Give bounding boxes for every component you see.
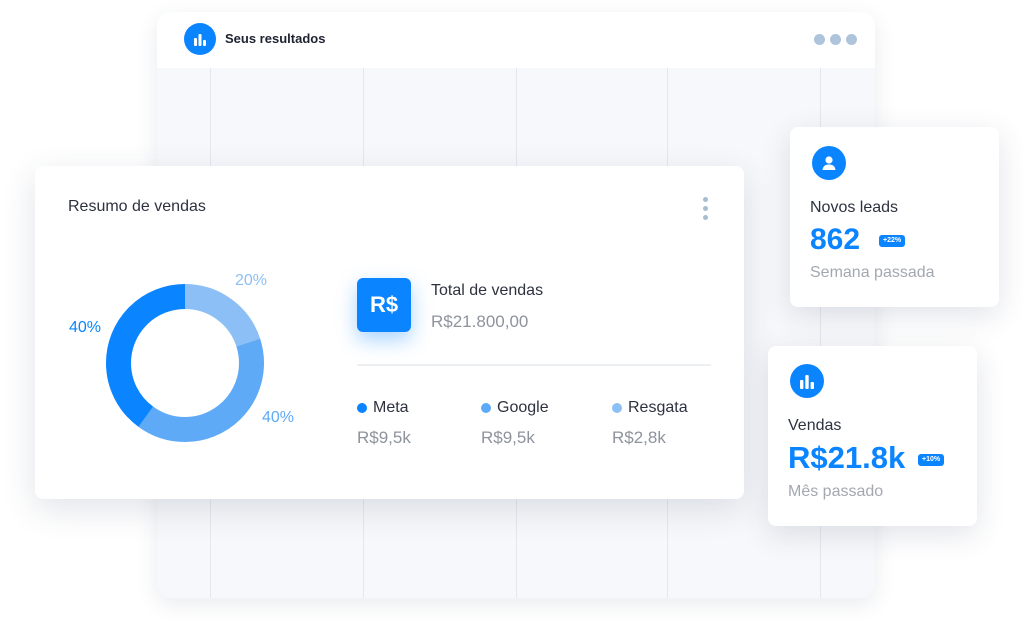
bar-chart-icon xyxy=(790,364,824,398)
legend-value: R$9,5k xyxy=(481,428,535,447)
more-options-icon[interactable] xyxy=(814,34,857,45)
legend-dot xyxy=(357,403,367,413)
legend-label: Google xyxy=(497,399,549,416)
currency-icon: R$ xyxy=(357,278,411,332)
sales-card: Vendas R$21.8k +10% Mês passado xyxy=(768,346,977,526)
total-sales-value: R$21.800,00 xyxy=(431,312,529,331)
kebab-menu-icon[interactable] xyxy=(703,197,708,220)
new-leads-label: Novos leads xyxy=(810,199,899,216)
new-leads-period: Semana passada xyxy=(810,264,935,281)
donut-label-resgata: 20% xyxy=(235,272,268,289)
legend-dot xyxy=(612,403,622,413)
new-leads-badge: +22% xyxy=(879,235,906,247)
sales-summary-card: Resumo de vendas 20% 40% 40% R$ Total de… xyxy=(35,166,744,499)
legend-label: Meta xyxy=(373,399,409,416)
legend-item-meta: Meta R$9,5k xyxy=(357,399,411,448)
donut-label-meta: 40% xyxy=(69,319,102,336)
legend-dot xyxy=(481,403,491,413)
sales-donut-chart xyxy=(106,284,264,442)
total-sales-label: Total de vendas xyxy=(431,282,544,299)
divider xyxy=(357,364,711,366)
legend-item-google: Google R$9,5k xyxy=(481,399,549,448)
user-icon xyxy=(812,146,846,180)
sales-period: Mês passado xyxy=(788,483,884,500)
sales-badge: +10% xyxy=(918,454,945,466)
new-leads-card: Novos leads 862 +22% Semana passada xyxy=(790,127,999,307)
new-leads-value: 862 xyxy=(810,223,861,256)
bar-chart-icon xyxy=(184,23,216,55)
results-title: Seus resultados xyxy=(225,31,326,46)
sales-summary-title: Resumo de vendas xyxy=(68,198,206,215)
sales-label: Vendas xyxy=(788,417,842,434)
donut-label-google: 40% xyxy=(262,409,295,426)
results-header: Seus resultados xyxy=(157,12,875,68)
legend-value: R$2,8k xyxy=(612,428,666,447)
sales-value: R$21.8k xyxy=(788,440,906,475)
legend-label: Resgata xyxy=(628,399,688,416)
legend-item-resgata: Resgata R$2,8k xyxy=(612,399,688,448)
legend-value: R$9,5k xyxy=(357,428,411,447)
